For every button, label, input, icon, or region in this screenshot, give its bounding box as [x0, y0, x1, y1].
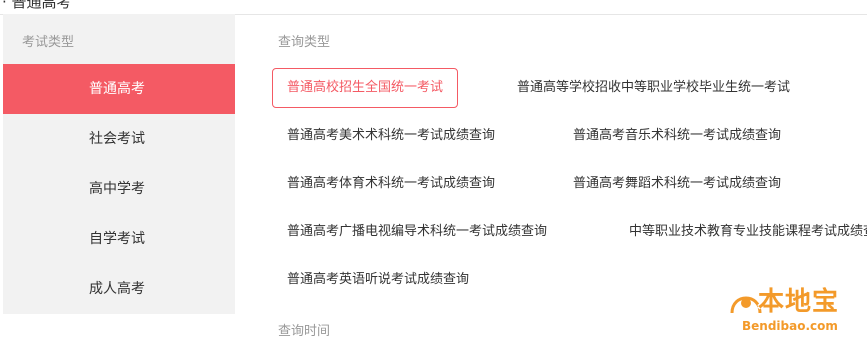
query-option-vocational-graduates-exam[interactable]: 普通高等学校招收中等职业学校毕业生统一考试	[517, 68, 790, 108]
query-option-broadcast-score[interactable]: 普通高考广播电视编导术科统一考试成绩查询	[287, 212, 547, 252]
sidebar-item-self-study-exam[interactable]: 自学考试	[3, 214, 235, 264]
page-title: · 普通高考	[2, 0, 72, 11]
sidebar-item-label: 自学考试	[89, 231, 145, 247]
query-option-pe-score[interactable]: 普通高考体育术科统一考试成绩查询	[287, 164, 495, 204]
watermark-logo-text: 本地宝	[758, 287, 840, 317]
sidebar-item-general-gaokao[interactable]: 普通高考	[3, 64, 235, 114]
sidebar-item-label: 普通高考	[89, 81, 145, 97]
query-type-label: 查询类型	[278, 35, 331, 50]
sidebar-item-high-school-exam[interactable]: 高中学考	[3, 164, 235, 214]
query-option-music-score[interactable]: 普通高考音乐术科统一考试成绩查询	[573, 116, 781, 156]
query-option-vocational-skills-score[interactable]: 中等职业技术教育专业技能课程考试成绩查询	[629, 212, 867, 252]
bendibao-watermark: 本地宝 Bendibao.com	[726, 281, 862, 337]
sidebar-item-label: 社会考试	[89, 131, 145, 147]
watermark-url: Bendibao.com	[742, 319, 838, 333]
query-option-dance-score[interactable]: 普通高考舞蹈术科统一考试成绩查询	[573, 164, 781, 204]
sidebar-item-label: 高中学考	[89, 181, 145, 197]
query-time-label: 查询时间	[278, 324, 331, 339]
query-option-national-gaokao[interactable]: 普通高校招生全国统一考试	[272, 68, 459, 108]
query-option-english-listening-score[interactable]: 普通高考英语听说考试成绩查询	[287, 260, 469, 300]
sidebar-item-adult-gaokao[interactable]: 成人高考	[3, 264, 235, 314]
sidebar-item-label: 成人高考	[89, 281, 145, 297]
sidebar-item-social-exam[interactable]: 社会考试	[3, 114, 235, 164]
exam-type-sidebar: 考试类型 普通高考 社会考试 高中学考 自学考试 成人高考	[3, 14, 235, 314]
top-bar: · 普通高考	[0, 0, 867, 15]
query-option-art-score[interactable]: 普通高考美术术科统一考试成绩查询	[287, 116, 495, 156]
sidebar-header: 考试类型	[22, 35, 75, 50]
